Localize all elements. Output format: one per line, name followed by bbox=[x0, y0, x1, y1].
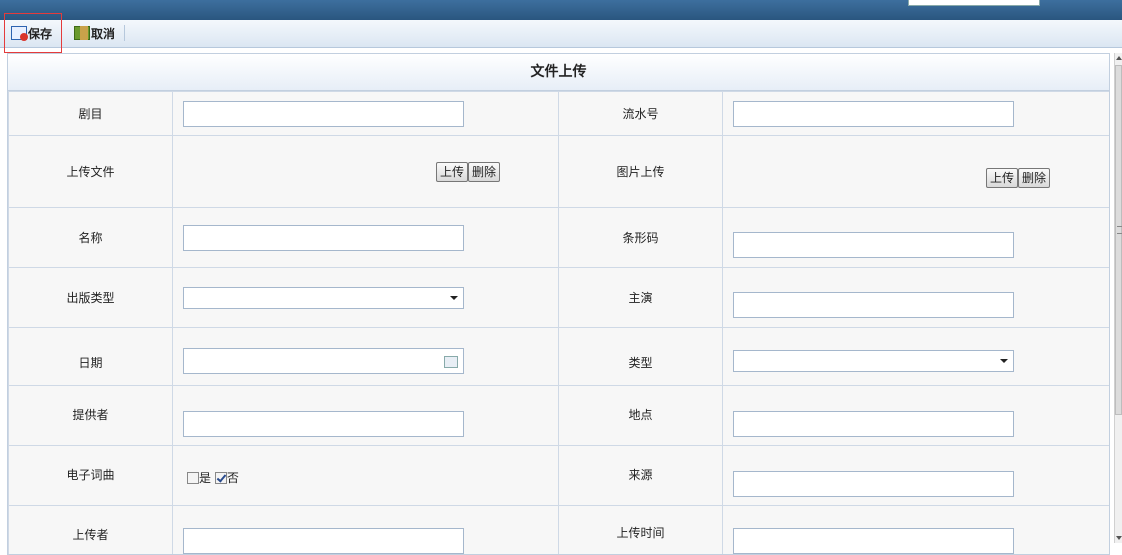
vertical-scrollbar[interactable] bbox=[1114, 53, 1122, 543]
chevron-down-icon bbox=[1000, 359, 1008, 363]
save-button[interactable]: 保存 bbox=[11, 24, 52, 42]
grip-icon bbox=[1117, 226, 1122, 234]
ktv-no-label: 否 bbox=[227, 471, 239, 485]
image-upload-label: 图片上传 bbox=[559, 136, 723, 208]
delete-file-button[interactable]: 删除 bbox=[468, 162, 500, 182]
drama-input[interactable] bbox=[183, 101, 464, 127]
scroll-up-icon[interactable] bbox=[1116, 56, 1122, 60]
toolbar bbox=[0, 20, 1122, 48]
location-label: 地点 bbox=[559, 386, 723, 446]
uploader-label: 上传者 bbox=[9, 506, 173, 555]
save-label: 保存 bbox=[28, 25, 52, 42]
calendar-icon[interactable] bbox=[444, 356, 458, 368]
type-label: 类型 bbox=[559, 328, 723, 386]
drama-label: 剧目 bbox=[9, 92, 173, 136]
toolbar-separator bbox=[124, 25, 125, 41]
publish-type-label: 出版类型 bbox=[9, 268, 173, 328]
upload-file-button[interactable]: 上传 bbox=[436, 162, 468, 182]
lead-actor-label: 主演 bbox=[559, 268, 723, 328]
name-label: 名称 bbox=[9, 208, 173, 268]
delete-image-button[interactable]: 删除 bbox=[1018, 168, 1050, 188]
upload-time-input[interactable] bbox=[733, 528, 1014, 554]
chevron-down-icon bbox=[450, 296, 458, 300]
top-header-bar bbox=[0, 0, 1122, 20]
name-input[interactable] bbox=[183, 225, 464, 251]
barcode-label: 条形码 bbox=[559, 208, 723, 268]
scrollbar-thumb[interactable] bbox=[1115, 65, 1122, 415]
panel-title: 文件上传 bbox=[8, 54, 1109, 91]
ktv-yes-label: 是 bbox=[199, 471, 211, 485]
upload-time-label: 上传时间 bbox=[559, 506, 723, 555]
barcode-input[interactable] bbox=[733, 232, 1014, 258]
location-input[interactable] bbox=[733, 411, 1014, 437]
scroll-down-icon[interactable] bbox=[1116, 536, 1122, 540]
upload-image-button[interactable]: 上传 bbox=[986, 168, 1018, 188]
date-input[interactable] bbox=[183, 348, 464, 374]
provider-label: 提供者 bbox=[9, 386, 173, 446]
type-select[interactable] bbox=[733, 350, 1014, 372]
upload-file-label: 上传文件 bbox=[9, 136, 173, 208]
save-icon bbox=[11, 26, 27, 40]
ktv-no-checkbox[interactable] bbox=[215, 472, 227, 484]
uploader-input[interactable] bbox=[183, 528, 464, 554]
cancel-button[interactable]: 取消 bbox=[74, 24, 115, 42]
source-label: 来源 bbox=[559, 446, 723, 506]
source-input[interactable] bbox=[733, 471, 1014, 497]
serial-label: 流水号 bbox=[559, 92, 723, 136]
ktv-label: 电子词曲 bbox=[9, 446, 173, 506]
ktv-yes-checkbox[interactable] bbox=[187, 472, 199, 484]
provider-input[interactable] bbox=[183, 411, 464, 437]
cancel-label: 取消 bbox=[91, 25, 115, 42]
cancel-icon bbox=[74, 26, 90, 40]
upload-form-panel: 文件上传 剧目 流水号 上传文件 上传删除 图片上传 上传删除 名称 条形码 出… bbox=[7, 53, 1110, 555]
upload-form-table: 剧目 流水号 上传文件 上传删除 图片上传 上传删除 名称 条形码 出版类型 主… bbox=[8, 91, 1110, 555]
header-search-box[interactable] bbox=[908, 0, 1040, 6]
publish-type-select[interactable] bbox=[183, 287, 464, 309]
lead-actor-input[interactable] bbox=[733, 292, 1014, 318]
date-label: 日期 bbox=[9, 328, 173, 386]
serial-input[interactable] bbox=[733, 101, 1014, 127]
